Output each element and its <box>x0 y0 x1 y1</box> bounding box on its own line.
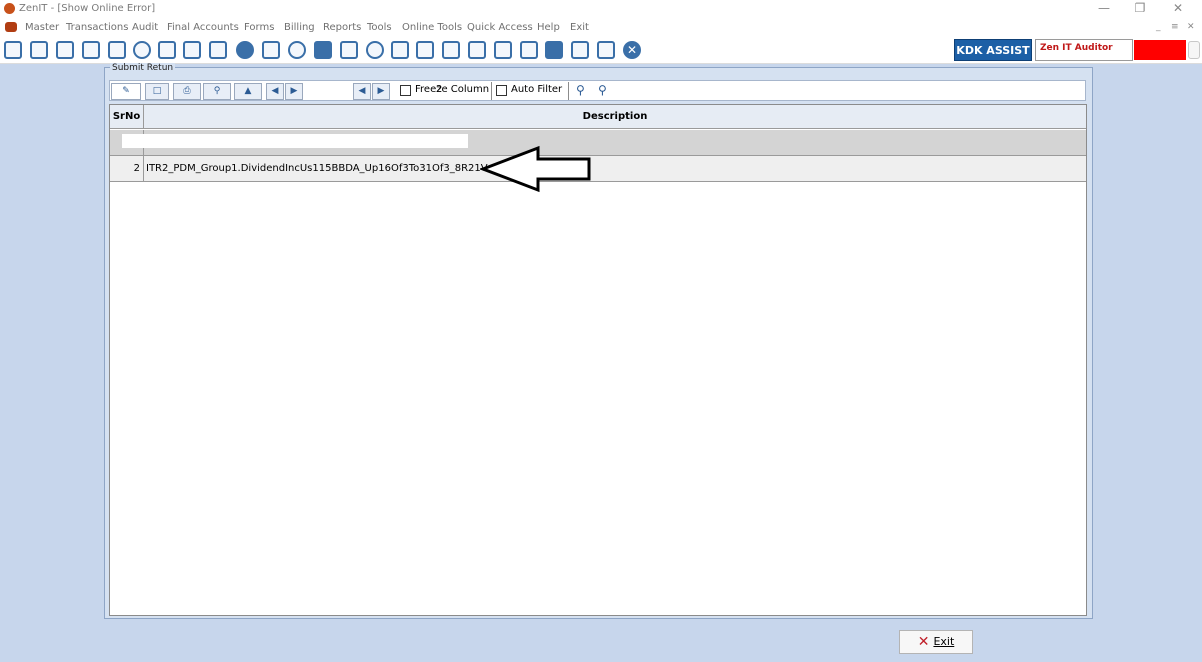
last-page-icon: ▶ <box>377 86 385 96</box>
save-icon: □ <box>152 86 162 96</box>
toolbar-separator <box>568 82 569 100</box>
printer-icon: ⎙ <box>183 86 191 96</box>
table-row[interactable]: 2 ITR2_PDM_Group1.DividendIncUs115BBDA_U… <box>110 156 1086 182</box>
menu-forms[interactable]: Forms <box>244 22 274 33</box>
panel-caption: Submit Retun <box>110 63 176 73</box>
building-icon[interactable] <box>56 41 74 59</box>
prev-page-button[interactable]: ▶ <box>285 83 303 100</box>
menu-final-accounts[interactable]: Final Accounts <box>167 22 239 33</box>
grid-header: SrNo Description <box>110 105 1086 129</box>
close-icon[interactable]: ✕ <box>623 41 641 59</box>
menu-billing[interactable]: Billing <box>284 22 315 33</box>
sort-button[interactable]: ▲ <box>234 83 262 100</box>
save-icon[interactable] <box>209 41 227 59</box>
info-icon[interactable] <box>366 41 384 59</box>
app-menu-icon[interactable] <box>5 22 17 32</box>
toolbar-scroll-icon[interactable] <box>1188 41 1200 59</box>
prev-page-icon: ▶ <box>290 86 298 96</box>
freeze-column-checkbox[interactable] <box>400 85 411 96</box>
pie-chart-icon[interactable] <box>288 41 306 59</box>
sort-icon: ▲ <box>244 86 252 96</box>
form-icon[interactable] <box>571 41 589 59</box>
first-page-button[interactable]: ◀ <box>266 83 284 100</box>
excel-icon: ✎ <box>122 86 130 96</box>
minimize-icon[interactable]: — <box>1094 1 1114 15</box>
home-icon[interactable] <box>30 41 48 59</box>
save-grid-button[interactable]: □ <box>145 83 169 100</box>
bs-icon[interactable] <box>520 41 538 59</box>
document-icon[interactable] <box>262 41 280 59</box>
bar-chart-icon[interactable] <box>82 41 100 59</box>
freeze-column-label: Freeze Column <box>415 84 490 95</box>
excel-export-button[interactable]: ✎ <box>111 83 141 100</box>
redacted-text <box>122 134 468 148</box>
menu-exit[interactable]: Exit <box>570 22 589 33</box>
exit-label: Exit <box>933 635 955 648</box>
main-toolbar: ✕ KDK ASSIST Zen IT Auditor <box>0 37 1202 64</box>
last-page-button[interactable]: ▶ <box>372 83 390 100</box>
cell-description: ITR2_PDM_Group1.DividendIncUs115BBDA_Up1… <box>146 163 488 174</box>
toolbar-separator <box>491 82 492 100</box>
menu-master[interactable]: Master <box>25 22 59 33</box>
menu-transactions[interactable]: Transactions <box>66 22 128 33</box>
eye-icon[interactable] <box>236 41 254 59</box>
menu-help[interactable]: Help <box>537 22 560 33</box>
tag-icon[interactable] <box>158 41 176 59</box>
auto-filter-checkbox[interactable] <box>496 85 507 96</box>
search-icon: ⚲ <box>213 86 221 96</box>
menu-quick-access[interactable]: Quick Access <box>467 22 533 33</box>
first-page-icon: ◀ <box>271 86 279 96</box>
mdi-close-icon[interactable]: ✕ <box>1187 22 1195 32</box>
book-icon[interactable] <box>340 41 358 59</box>
menu-audit[interactable]: Audit <box>132 22 158 33</box>
window-title: ZenIT - [Show Online Error] <box>19 3 156 14</box>
shield-icon[interactable] <box>468 41 486 59</box>
next-page-button[interactable]: ◀ <box>353 83 371 100</box>
zoom-in-icon[interactable]: ⚲ <box>576 83 585 98</box>
find-button[interactable]: ⚲ <box>203 83 231 100</box>
rupee-icon[interactable] <box>4 41 22 59</box>
refresh-icon[interactable] <box>494 41 512 59</box>
grid-toolbar: ✎ □ ⎙ ⚲ ▲ ◀ ▶ 2 ◀ ▶ Freeze Column Auto F… <box>109 80 1086 101</box>
users-icon[interactable] <box>133 41 151 59</box>
print-button[interactable]: ⎙ <box>173 83 201 100</box>
date-icon[interactable] <box>442 41 460 59</box>
exit-icon: ✕ <box>917 634 930 650</box>
menu-reports[interactable]: Reports <box>323 22 361 33</box>
menu-tools[interactable]: Tools <box>367 22 392 33</box>
status-indicator <box>1134 40 1186 60</box>
person-icon[interactable] <box>314 41 332 59</box>
printer-icon[interactable] <box>545 41 563 59</box>
zen-it-auditor-label[interactable]: Zen IT Auditor <box>1035 39 1133 61</box>
report-icon[interactable] <box>416 41 434 59</box>
restore-icon[interactable]: ❐ <box>1130 1 1150 15</box>
error-grid: SrNo Description 2 ITR2_PDM_Group1.Divid… <box>109 104 1087 616</box>
header-srno[interactable]: SrNo <box>110 105 144 129</box>
zoom-out-icon[interactable]: ⚲ <box>598 83 607 98</box>
next-page-icon: ◀ <box>358 86 366 96</box>
kdk-assist-button[interactable]: KDK ASSIST <box>954 39 1032 61</box>
header-description[interactable]: Description <box>144 105 1086 129</box>
menu-online-tools[interactable]: Online Tools <box>402 22 462 33</box>
auto-filter-label: Auto Filter <box>511 84 563 95</box>
export-icon[interactable] <box>597 41 615 59</box>
pointer-arrow-icon <box>480 145 591 193</box>
mdi-restore-icon[interactable]: ≡ <box>1171 22 1179 32</box>
title-bar: ZenIT - [Show Online Error] — ❐ ✕ <box>0 0 1202 19</box>
mdi-minimize-icon[interactable]: _ <box>1156 22 1161 32</box>
calculator-icon[interactable] <box>391 41 409 59</box>
cell-srno: 2 <box>110 156 144 181</box>
close-window-icon[interactable]: ✕ <box>1168 1 1188 15</box>
exit-button[interactable]: ✕ Exit <box>899 630 973 654</box>
app-logo-icon <box>4 3 15 14</box>
table-row[interactable] <box>110 130 1086 156</box>
menu-bar: Master Transactions Audit Final Accounts… <box>0 19 1202 37</box>
calendar-icon[interactable] <box>108 41 126 59</box>
filter-add-icon[interactable] <box>183 41 201 59</box>
